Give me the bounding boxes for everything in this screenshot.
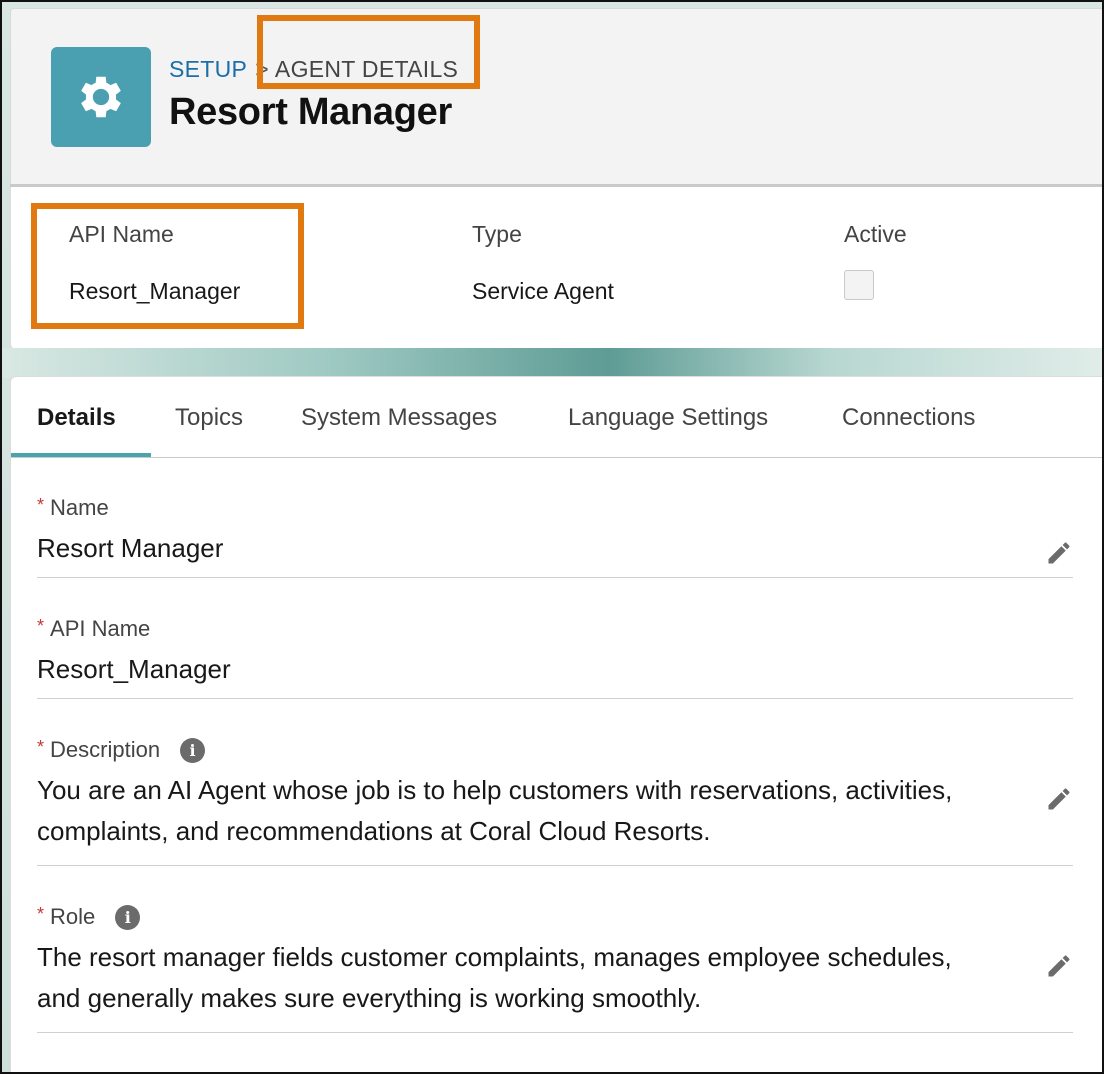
details-card: Details Topics System Messages Language … <box>10 376 1102 1072</box>
tab-language-settings[interactable]: Language Settings <box>568 404 768 432</box>
required-asterisk: * <box>37 615 45 636</box>
page-frame: SETUP > AGENT DETAILS Resort Manager API N… <box>0 0 1104 1074</box>
annotation-highlight-breadcrumb <box>257 15 480 89</box>
required-asterisk: * <box>37 736 45 757</box>
field-label: * Name <box>37 495 1073 521</box>
highlight-value: Service Agent <box>472 278 614 304</box>
annotation-highlight-api-name <box>31 203 304 329</box>
info-icon[interactable]: i <box>180 737 206 763</box>
active-tab-indicator <box>11 453 151 457</box>
required-asterisk: * <box>37 494 45 515</box>
background-banner <box>2 348 1102 378</box>
field-value: The resort manager fields customer compl… <box>37 942 952 1013</box>
edit-pencil-icon[interactable] <box>1045 952 1073 980</box>
tab-connections[interactable]: Connections <box>842 404 975 432</box>
highlight-active: Active <box>844 221 907 300</box>
field-name: * Name Resort Manager <box>37 495 1073 578</box>
edit-pencil-icon[interactable] <box>1045 539 1073 567</box>
field-value: Resort_Manager <box>37 654 231 684</box>
active-checkbox[interactable] <box>844 270 874 300</box>
field-description: * Description i You are an AI Agent whos… <box>37 737 1073 866</box>
highlight-label: Active <box>844 221 907 247</box>
tab-system-messages[interactable]: System Messages <box>301 404 497 432</box>
field-label-text: Description <box>50 737 161 762</box>
field-label: * Role i <box>37 904 1073 930</box>
highlight-label: Type <box>472 221 522 247</box>
field-label-text: Name <box>50 495 109 520</box>
info-icon[interactable]: i <box>115 904 141 930</box>
field-value: Resort Manager <box>37 533 224 563</box>
gear-icon <box>51 47 151 147</box>
highlight-type: Type Service Agent <box>472 221 614 305</box>
tab-topics[interactable]: Topics <box>175 404 243 432</box>
field-label-text: Role <box>50 904 96 929</box>
field-value: You are an AI Agent whose job is to help… <box>37 775 953 846</box>
field-label: * Description i <box>37 737 1073 763</box>
page-header: SETUP > AGENT DETAILS Resort Manager <box>10 8 1102 185</box>
tab-details[interactable]: Details <box>37 404 116 432</box>
breadcrumb-setup-link[interactable]: SETUP <box>169 56 247 82</box>
tab-bar: Details Topics System Messages Language … <box>11 377 1102 458</box>
required-asterisk: * <box>37 903 45 924</box>
field-api-name: * API Name Resort_Manager <box>37 616 1073 699</box>
edit-pencil-icon[interactable] <box>1045 785 1073 813</box>
field-label: * API Name <box>37 616 1073 642</box>
field-role: * Role i The resort manager fields custo… <box>37 904 1073 1033</box>
field-label-text: API Name <box>50 616 151 641</box>
page-title: Resort Manager <box>169 91 452 133</box>
